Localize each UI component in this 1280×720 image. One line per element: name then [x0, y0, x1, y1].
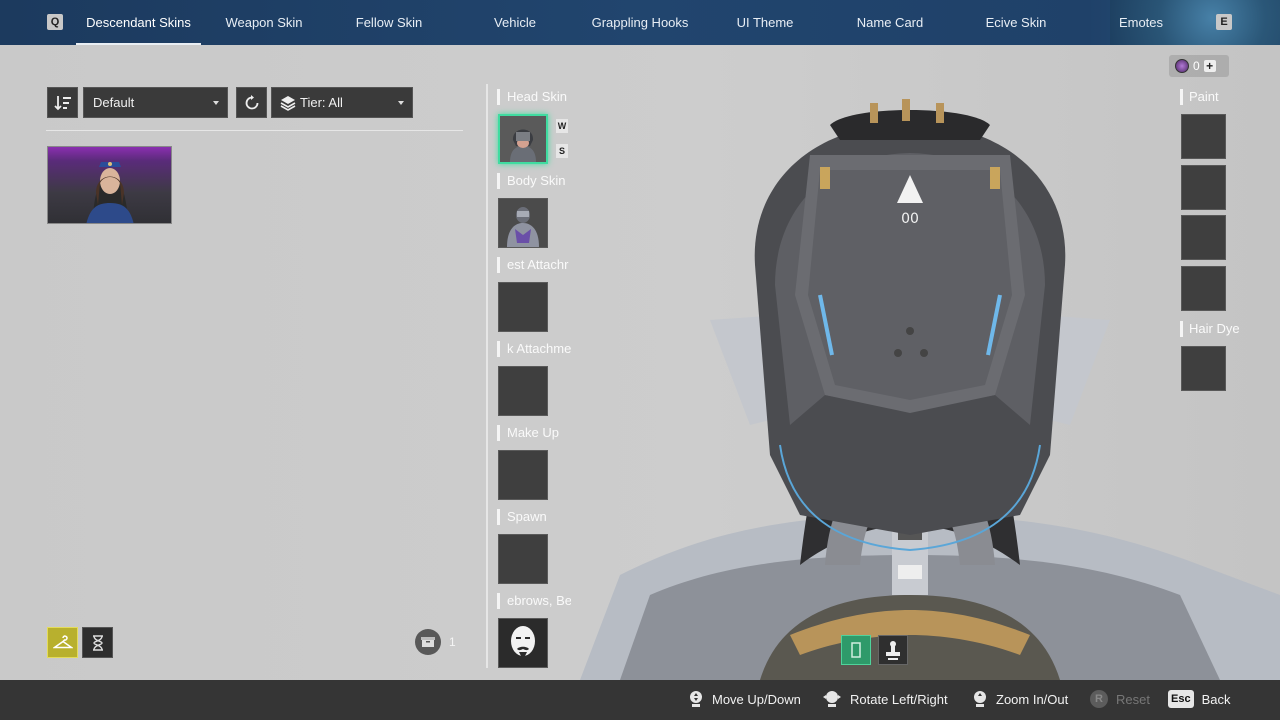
body-skin-thumbnail: [499, 199, 547, 247]
right-stick-icon: [823, 691, 841, 707]
hourglass-icon: [92, 634, 103, 651]
hanger-icon: [52, 634, 73, 648]
preset-slot-icon: [851, 642, 861, 658]
costume-filter-button[interactable]: [47, 627, 78, 658]
tab-ui-theme[interactable]: UI Theme: [706, 0, 824, 45]
slot-label-make-up: Make Up: [497, 425, 571, 441]
currency-coin-icon: [1175, 59, 1189, 73]
slot-label-spawn: Spawn: [497, 509, 571, 525]
descendant-3d-model: 00: [580, 99, 1280, 680]
tab-descendant-skins[interactable]: Descendant Skins: [76, 0, 201, 45]
refresh-icon: [245, 94, 258, 109]
hint-back-label: Back: [1201, 691, 1231, 707]
paint-slot-4[interactable]: [1181, 266, 1226, 311]
tier-dropdown-value: Tier: All: [300, 95, 343, 110]
hint-reset[interactable]: R Reset: [1090, 690, 1150, 708]
slot-label-head-skin: Head Skin: [497, 89, 571, 105]
inventory-count: 1: [415, 629, 456, 655]
bottom-hint-bar: [0, 680, 1280, 720]
head-skin-thumbnail: [500, 116, 546, 162]
tab-name-card[interactable]: Name Card: [831, 0, 949, 45]
slot-column-line: [486, 84, 488, 668]
paint-slot-1[interactable]: [1181, 114, 1226, 159]
storage-box-icon: [415, 629, 441, 655]
add-currency-button[interactable]: +: [1203, 60, 1216, 72]
hint-reset-label: Reset: [1116, 691, 1150, 707]
preset-slot-1-button[interactable]: [841, 635, 871, 665]
currency-display: 0 +: [1169, 55, 1229, 77]
head-skin-s-tag: S: [556, 144, 568, 158]
slot-label-body-skin: Body Skin: [497, 173, 571, 189]
tab-vehicle[interactable]: Vehicle: [456, 0, 574, 45]
tier-dropdown[interactable]: Tier: All: [271, 87, 413, 118]
currency-value: 0: [1193, 59, 1200, 73]
sort-icon: [53, 95, 71, 110]
chevron-down-icon: [213, 101, 219, 105]
next-tab-key[interactable]: E: [1216, 14, 1232, 30]
hint-move-label: Move Up/Down: [712, 691, 801, 707]
hint-zoom-label: Zoom In/Out: [996, 691, 1069, 707]
hint-move: Move Up/Down: [688, 690, 801, 708]
inventory-count-value: 1: [449, 635, 456, 649]
head-skin-w-tag: W: [556, 119, 568, 133]
slot-label-back-attachment: k Attachme: [497, 341, 571, 357]
slot-head-skin[interactable]: [498, 114, 548, 164]
slot-eyebrows[interactable]: [498, 618, 548, 668]
stamp-icon: [886, 641, 900, 660]
hint-rotate-label: Rotate Left/Right: [850, 691, 948, 707]
slot-chest-attachment[interactable]: [498, 282, 548, 332]
zoom-stick-icon: [974, 691, 986, 707]
hint-zoom: Zoom In/Out: [972, 690, 1068, 708]
paint-slot-2[interactable]: [1181, 165, 1226, 210]
chevron-down-icon: [398, 101, 404, 105]
slot-make-up[interactable]: [498, 450, 548, 500]
slot-label-eyebrows: ebrows, Be: [497, 593, 571, 609]
slot-spawn[interactable]: [498, 534, 548, 584]
sort-dropdown-value: Default: [93, 95, 135, 110]
left-stick-icon: [690, 691, 702, 707]
hint-rotate: Rotate Left/Right: [822, 690, 948, 708]
svg-text:00: 00: [901, 211, 919, 227]
tab-emotes[interactable]: Emotes: [1100, 0, 1182, 45]
filter-divider: [46, 130, 463, 131]
reset-key: R: [1090, 690, 1108, 708]
hint-back[interactable]: Esc Back: [1168, 690, 1230, 708]
paint-label: Paint: [1180, 89, 1219, 105]
descendant-portrait: [86, 162, 134, 223]
reset-filter-button[interactable]: [236, 87, 267, 118]
face-icon: [511, 626, 535, 656]
slot-back-attachment[interactable]: [498, 366, 548, 416]
layers-icon: [280, 96, 296, 111]
hourglass-filter-button[interactable]: [82, 627, 113, 658]
esc-key: Esc: [1168, 690, 1194, 708]
slot-body-skin[interactable]: [498, 198, 548, 248]
slot-label-chest-attachment: est Attachr: [497, 257, 571, 273]
sort-dropdown[interactable]: Default: [83, 87, 228, 118]
preset-save-button[interactable]: [878, 635, 908, 665]
character-preview[interactable]: 00: [580, 95, 1280, 680]
sort-order-button[interactable]: [47, 87, 78, 118]
tab-ecive-skin[interactable]: Ecive Skin: [957, 0, 1075, 45]
tab-grappling-hooks[interactable]: Grappling Hooks: [581, 0, 699, 45]
paint-slot-3[interactable]: [1181, 215, 1226, 260]
hair-dye-label: Hair Dye: [1180, 321, 1240, 337]
skin-card[interactable]: [47, 146, 172, 224]
tab-fellow-skin[interactable]: Fellow Skin: [330, 0, 448, 45]
top-navigation-bar: Q Descendant Skins Weapon Skin Fellow Sk…: [0, 0, 1280, 45]
tab-weapon-skin[interactable]: Weapon Skin: [205, 0, 323, 45]
prev-tab-key[interactable]: Q: [47, 14, 63, 30]
hair-dye-slot[interactable]: [1181, 346, 1226, 391]
